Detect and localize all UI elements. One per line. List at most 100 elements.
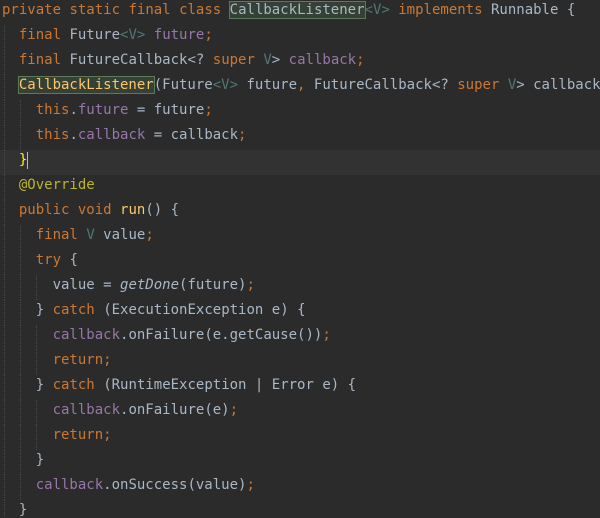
indent-guide xyxy=(4,350,5,375)
keyword-catch: catch xyxy=(52,377,95,393)
field-callback: callback xyxy=(35,477,104,493)
keyword-final: final xyxy=(18,52,62,68)
wildcard-open: <? xyxy=(187,52,205,68)
indent-guide xyxy=(4,425,5,450)
onfailure-args: (e) xyxy=(204,402,230,418)
type-v: V xyxy=(86,227,95,243)
indent-guide xyxy=(4,25,5,50)
keyword-this: this xyxy=(35,127,70,143)
indent-guide xyxy=(4,275,5,300)
indent-guide xyxy=(4,75,5,100)
semicolon: ; xyxy=(246,277,255,293)
code-line-ctor-decl: CallbackListener(Future<V> future, Futur… xyxy=(0,75,600,100)
code-line-onfailure-e: callback.onFailure(e); xyxy=(0,400,600,425)
indent-guide xyxy=(4,100,5,125)
value-assign: value = xyxy=(52,277,121,293)
type-parameter: <V> xyxy=(120,27,146,43)
indent-guide xyxy=(20,275,21,300)
field-callback: callback xyxy=(52,327,121,343)
indent-guide xyxy=(20,400,21,425)
indent-guide xyxy=(20,300,21,325)
field-future: future xyxy=(153,27,205,43)
wildcard-open: <? xyxy=(431,77,449,93)
assign-future: = future xyxy=(128,102,205,118)
brace-close-matched: } xyxy=(18,152,28,168)
brace-open: { xyxy=(170,202,180,218)
keyword-super: super xyxy=(457,77,500,93)
method-run: run xyxy=(120,202,146,218)
indent-guide xyxy=(4,450,5,475)
keyword-return: return xyxy=(52,352,104,368)
type-parameter: <V> xyxy=(212,77,239,93)
keyword-public: public xyxy=(18,202,70,218)
brace-close: } xyxy=(35,452,45,468)
onsuccess-args: (value) xyxy=(187,477,247,493)
code-line-annotation: @Override xyxy=(0,175,600,200)
indent-guide xyxy=(20,125,21,150)
indent-guide xyxy=(20,375,21,400)
code-editor[interactable]: private static final class CallbackListe… xyxy=(0,0,600,518)
indent-guide xyxy=(36,350,37,375)
keyword-final: final xyxy=(18,27,62,43)
type-futurecallback: FutureCallback xyxy=(313,77,432,93)
semicolon: ; xyxy=(103,352,112,368)
constructor-name[interactable]: CallbackListener xyxy=(17,76,155,94)
keyword-class: class xyxy=(179,2,222,18)
dot: . xyxy=(69,127,78,143)
method-onfailure: onFailure xyxy=(128,327,205,343)
getdone-args: (future) xyxy=(179,277,247,293)
semicolon: ; xyxy=(145,227,154,243)
indent-guide xyxy=(36,400,37,425)
indent-guide xyxy=(20,425,21,450)
code-line-run-decl: public void run() { xyxy=(0,200,600,225)
code-line-return-2: return; xyxy=(0,425,600,450)
catch-error-args: Error e) xyxy=(263,377,340,393)
text-caret xyxy=(27,151,29,169)
type-future: Future xyxy=(69,27,121,43)
class-name[interactable]: CallbackListener xyxy=(228,1,366,19)
type-v: V xyxy=(263,52,272,68)
brace-open: { xyxy=(69,252,78,268)
angle-close: > xyxy=(271,52,281,68)
interface-name: Runnable xyxy=(490,2,559,18)
brace-close: } xyxy=(35,302,45,318)
indent-guide xyxy=(20,325,21,350)
dot: . xyxy=(103,477,112,493)
code-line-catch-execution: } catch (ExecutionException e) { xyxy=(0,300,600,325)
field-callback: callback xyxy=(288,52,357,68)
brace-close: } xyxy=(18,502,28,518)
indent-guide xyxy=(4,50,5,75)
onfailure-args: (e.getCause()) xyxy=(204,327,323,343)
semicolon: ; xyxy=(103,427,112,443)
indent-guide xyxy=(4,225,5,250)
indent-guide xyxy=(36,325,37,350)
semicolon: ; xyxy=(238,127,247,143)
code-line-return-1: return; xyxy=(0,350,600,375)
field-future: future xyxy=(77,102,129,118)
field-callback: callback xyxy=(77,127,146,143)
type-parameter: <V> xyxy=(364,2,390,18)
indent-guide xyxy=(20,100,21,125)
semicolon: ; xyxy=(322,327,331,343)
keyword-try: try xyxy=(35,252,62,268)
semicolon: ; xyxy=(356,52,365,68)
param-future: future xyxy=(238,77,298,93)
indent-guide xyxy=(4,150,5,175)
indent-guide xyxy=(4,125,5,150)
code-line-field-future: final Future<V> future; xyxy=(0,25,600,50)
indent-guide xyxy=(20,450,21,475)
keyword-super: super xyxy=(212,52,255,68)
brace-open: { xyxy=(297,302,306,318)
parens: () xyxy=(145,202,163,218)
type-futurecallback: FutureCallback xyxy=(69,52,188,68)
code-line-try: try { xyxy=(0,250,600,275)
keyword-void: void xyxy=(77,202,112,218)
indent-guide xyxy=(20,475,21,500)
code-line-class-decl: private static final class CallbackListe… xyxy=(0,0,600,25)
indent-guide xyxy=(4,475,5,500)
indent-guide xyxy=(4,400,5,425)
catch-execution-args: (ExecutionException e) xyxy=(103,302,289,318)
field-callback: callback xyxy=(52,402,121,418)
brace-open: { xyxy=(347,377,357,393)
angle-close: > xyxy=(516,77,525,93)
